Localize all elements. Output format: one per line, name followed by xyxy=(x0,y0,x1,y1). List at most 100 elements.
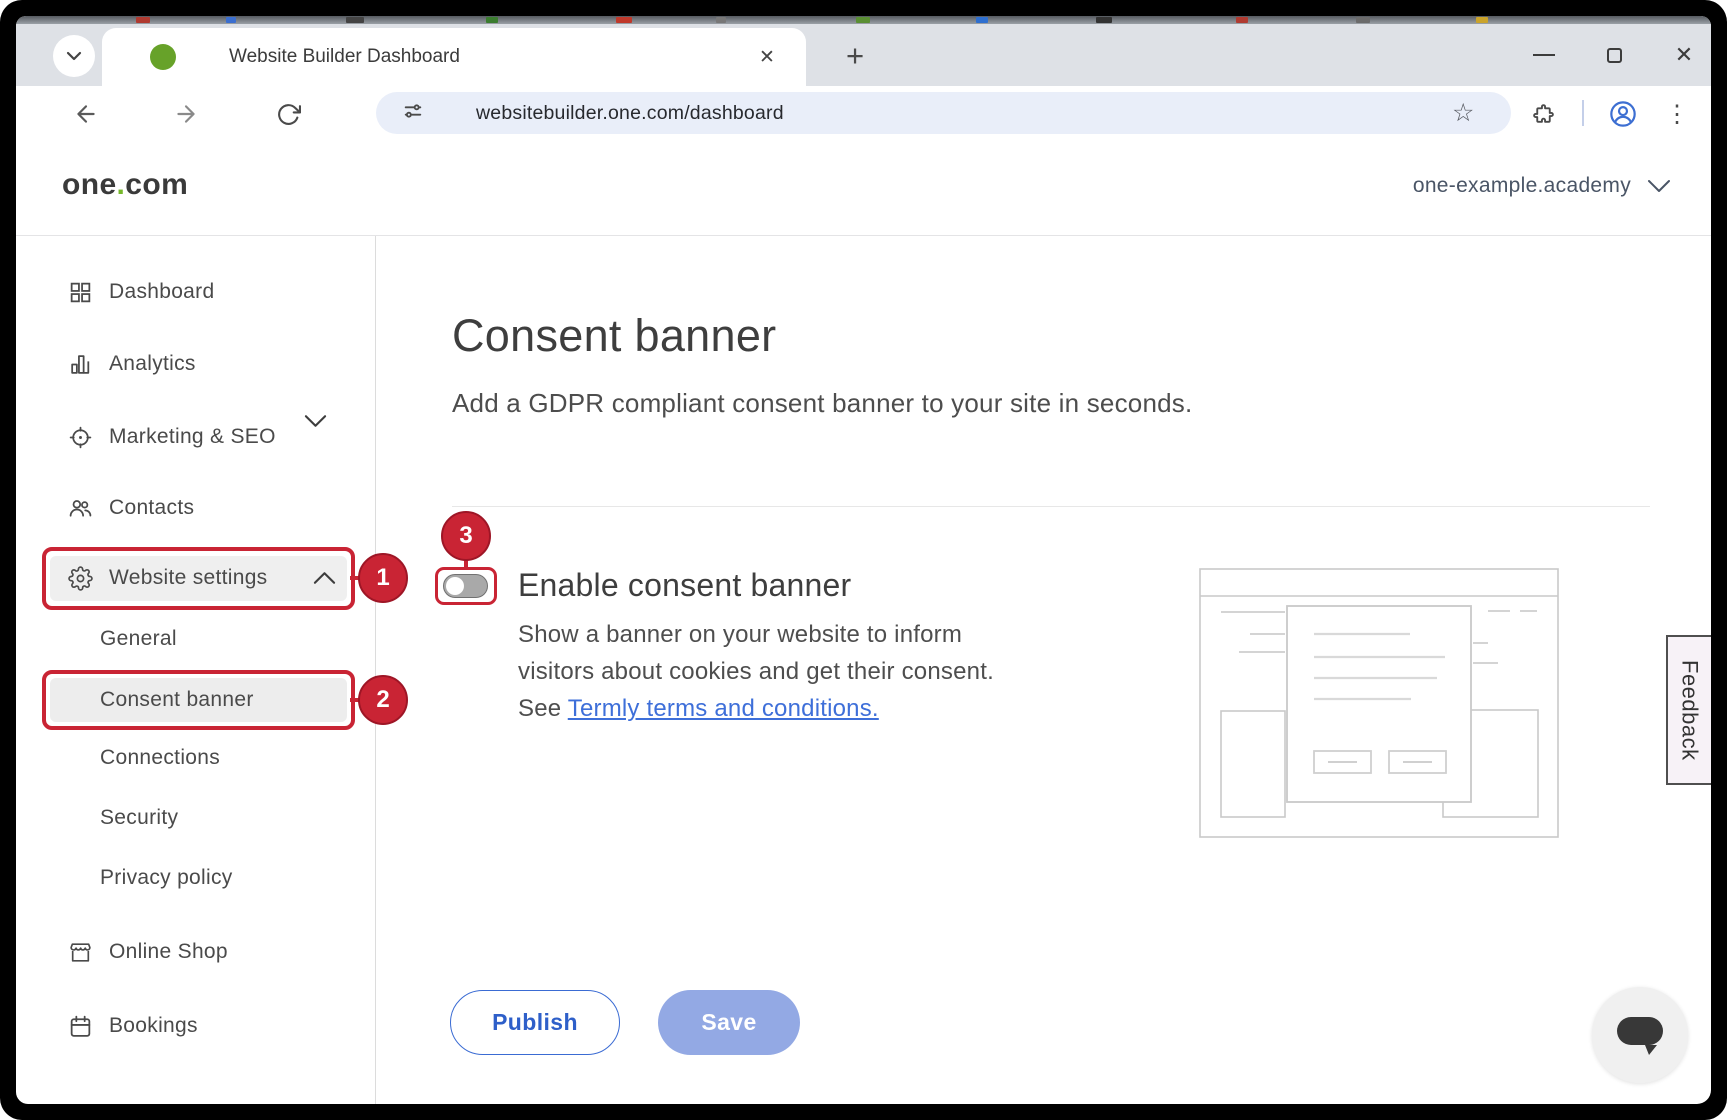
url-text: websitebuilder.one.com/dashboard xyxy=(476,102,784,125)
storefront-icon xyxy=(68,940,93,965)
sidebar-label: Security xyxy=(100,806,178,830)
publish-button[interactable]: Publish xyxy=(450,990,620,1055)
sidebar-item-contacts[interactable]: Contacts xyxy=(68,491,194,525)
consent-banner-toggle[interactable] xyxy=(443,574,488,598)
sidebar-item-consent-banner[interactable]: Consent banner xyxy=(100,683,254,717)
profile-button[interactable] xyxy=(1609,100,1637,128)
sidebar-divider xyxy=(375,236,376,1104)
consent-banner-illustration xyxy=(1199,568,1559,838)
sidebar-item-website-settings[interactable]: Website settings xyxy=(68,561,268,595)
window-fragment xyxy=(716,17,726,23)
chat-bubble-icon xyxy=(1614,1014,1666,1056)
step-number: 2 xyxy=(376,686,389,714)
sidebar-label: Website settings xyxy=(109,566,268,590)
sidebar-item-bookings[interactable]: Bookings xyxy=(68,1009,198,1043)
window-fragment xyxy=(976,17,988,23)
one-com-logo[interactable]: one.com xyxy=(62,168,188,202)
sidebar-item-analytics[interactable]: Analytics xyxy=(68,347,196,381)
save-button[interactable]: Save xyxy=(658,990,800,1055)
sidebar-item-marketing-seo[interactable]: Marketing & SEO xyxy=(68,420,276,454)
logo-dot: . xyxy=(117,168,126,201)
sidebar-label: Connections xyxy=(100,746,220,770)
sidebar-label: Contacts xyxy=(109,496,194,520)
forward-button[interactable] xyxy=(172,100,200,128)
site-header: one.com one-example.academy xyxy=(16,140,1711,236)
browser-menu-button[interactable]: ⋮ xyxy=(1663,100,1691,128)
window-fragment xyxy=(1236,17,1248,23)
new-tab-button[interactable]: + xyxy=(836,37,874,75)
sidebar-item-security[interactable]: Security xyxy=(100,801,178,835)
reload-button[interactable] xyxy=(274,100,302,128)
sidebar-item-privacy-policy[interactable]: Privacy policy xyxy=(100,861,233,895)
sidebar-item-connections[interactable]: Connections xyxy=(100,741,220,775)
bookmark-star-icon[interactable]: ☆ xyxy=(1452,98,1474,128)
annotation-step-1: 1 xyxy=(358,553,408,603)
window-fragment xyxy=(1356,17,1370,23)
target-icon xyxy=(68,425,93,450)
sidebar-label: Bookings xyxy=(109,1014,198,1038)
chevron-down-icon xyxy=(1647,179,1671,193)
window-fragment xyxy=(226,17,236,23)
section-divider xyxy=(452,506,1650,507)
sidebar-label: Dashboard xyxy=(109,280,214,304)
background-window-sliver xyxy=(16,16,1711,24)
people-icon xyxy=(68,496,93,521)
window-fragment xyxy=(136,17,150,23)
window-fragment xyxy=(346,17,364,23)
chevron-down-icon[interactable] xyxy=(304,414,327,428)
minimize-icon xyxy=(1533,54,1555,56)
logo-text: com xyxy=(125,168,188,201)
puzzle-icon xyxy=(1531,102,1556,127)
window-minimize-button[interactable] xyxy=(1522,24,1566,86)
sidebar-item-general[interactable]: General xyxy=(100,622,177,656)
window-fragment xyxy=(1096,17,1112,23)
tab-strip: Website Builder Dashboard ✕ + ✕ xyxy=(16,24,1711,86)
dashboard-grid-icon xyxy=(68,280,93,305)
back-arrow-icon xyxy=(73,101,99,127)
window-maximize-button[interactable] xyxy=(1592,24,1636,86)
toggle-knob xyxy=(446,577,464,595)
sidebar-label: Marketing & SEO xyxy=(109,425,276,449)
annotation-step-3: 3 xyxy=(441,511,491,561)
toolbar-separator xyxy=(1582,100,1584,126)
sidebar-label: General xyxy=(100,627,177,651)
setting-title: Enable consent banner xyxy=(518,567,851,604)
reload-icon xyxy=(276,102,301,127)
bar-chart-icon xyxy=(68,352,93,377)
address-bar[interactable]: websitebuilder.one.com/dashboard ☆ xyxy=(376,92,1511,134)
maximize-icon xyxy=(1607,48,1622,63)
logo-text: one xyxy=(62,168,117,201)
page-subtitle: Add a GDPR compliant consent banner to y… xyxy=(452,388,1192,419)
calendar-icon xyxy=(68,1014,93,1039)
page-title: Consent banner xyxy=(452,310,776,362)
sidebar-label: Privacy policy xyxy=(100,866,233,890)
tab-close-icon[interactable]: ✕ xyxy=(752,42,782,72)
browser-tab[interactable]: Website Builder Dashboard ✕ xyxy=(102,28,806,86)
domain-selector[interactable]: one-example.academy xyxy=(1413,174,1671,198)
chat-widget-button[interactable] xyxy=(1592,987,1688,1083)
sidebar-item-online-shop[interactable]: Online Shop xyxy=(68,935,228,969)
chevron-up-icon[interactable] xyxy=(313,571,336,585)
sidebar-item-dashboard[interactable]: Dashboard xyxy=(68,275,214,309)
step-number: 3 xyxy=(459,522,472,550)
site-info-icon[interactable] xyxy=(402,100,424,127)
back-button[interactable] xyxy=(72,100,100,128)
setting-description: Show a banner on your website to inform … xyxy=(518,616,1003,727)
tab-search-button[interactable] xyxy=(53,35,95,77)
termly-terms-link[interactable]: Termly terms and conditions. xyxy=(568,695,879,722)
window-fragment xyxy=(1476,17,1488,23)
site-favicon xyxy=(150,44,176,70)
feedback-tab[interactable]: Feedback xyxy=(1666,635,1711,785)
screenshot-frame: Website Builder Dashboard ✕ + ✕ xyxy=(0,0,1727,1120)
extensions-button[interactable] xyxy=(1529,100,1557,128)
browser-window: Website Builder Dashboard ✕ + ✕ xyxy=(16,16,1711,1104)
forward-arrow-icon xyxy=(173,101,199,127)
sidebar-label: Analytics xyxy=(109,352,196,376)
avatar-icon xyxy=(1609,100,1637,128)
window-close-button[interactable]: ✕ xyxy=(1662,24,1706,86)
sidebar-label: Online Shop xyxy=(109,940,228,964)
window-fragment xyxy=(856,17,870,23)
browser-toolbar: websitebuilder.one.com/dashboard ☆ ⋮ xyxy=(16,86,1711,140)
sidebar-label: Consent banner xyxy=(100,688,254,712)
gear-icon xyxy=(68,566,93,591)
